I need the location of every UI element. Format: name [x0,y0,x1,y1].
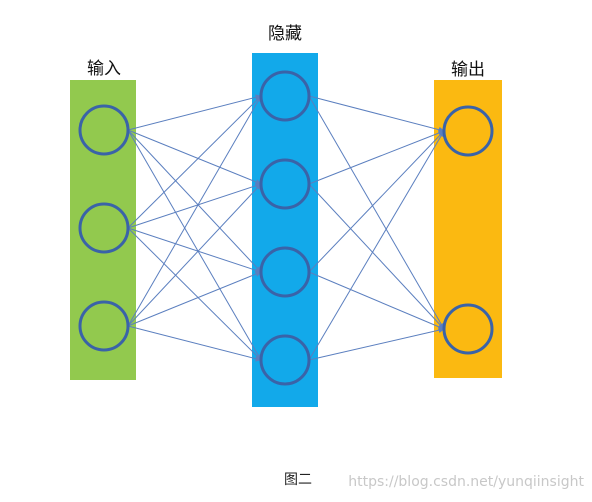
edge-input-3-to-hidden-1 [127,95,262,327]
edge-input-1-to-hidden-3 [127,129,262,273]
edge-hidden-1-to-output-2 [308,95,445,330]
edge-hidden-4-to-output-2 [308,327,445,361]
watermark-url: https://blog.csdn.net/yunqiinsight [348,474,584,490]
edge-input-2-to-hidden-4 [127,227,262,361]
figure-caption: 图二 [284,472,312,488]
output-layer-title: 输出 [451,60,485,80]
edge-input-3-to-hidden-2 [127,183,262,327]
input-layer-title: 输入 [87,59,121,79]
neural-network-diagram: 输入 隐藏 输出 图二 https://blog.csdn.net/yunqii… [70,24,585,490]
edge-input-1-to-hidden-1 [127,94,262,131]
edge-input-2-to-hidden-1 [127,95,262,229]
edge-hidden-3-to-output-1 [308,130,445,273]
edge-input-1-to-hidden-2 [127,129,262,185]
edge-hidden-4-to-output-1 [308,130,445,361]
hidden-layer-title: 隐藏 [268,24,302,44]
edge-hidden-3-to-output-2 [308,271,445,330]
edge-input-3-to-hidden-4 [127,325,262,362]
edge-hidden-2-to-output-1 [308,130,445,185]
edge-input-3-to-hidden-3 [127,271,262,327]
edge-hidden-2-to-output-2 [308,183,445,330]
edge-input-1-to-hidden-4 [127,129,262,361]
edge-hidden-1-to-output-1 [308,95,445,133]
